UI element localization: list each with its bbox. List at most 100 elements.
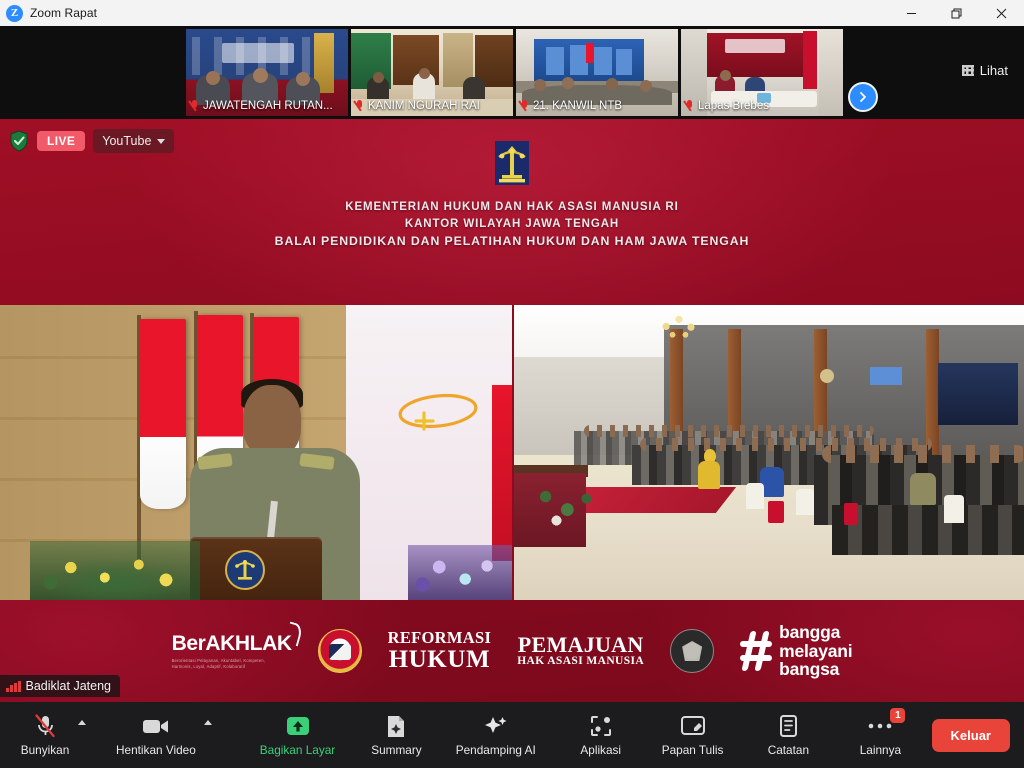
toolbar-whiteboard-label: Papan Tulis bbox=[661, 743, 724, 757]
close-icon bbox=[996, 8, 1007, 18]
participant-thumbnail[interactable]: 21. KANWIL NTB bbox=[516, 29, 678, 116]
zoom-logo-icon: Z bbox=[6, 4, 23, 22]
participant-name: KANIM NGURAH RAI bbox=[368, 100, 480, 112]
signal-bars-icon bbox=[6, 680, 21, 692]
toolbar-audio-options-button[interactable] bbox=[76, 706, 86, 764]
garuda-pancasila-seal bbox=[317, 629, 362, 673]
mic-off-icon bbox=[190, 99, 199, 113]
bangga-line-2: melayani bbox=[779, 640, 853, 661]
kemenkumham-emblem-small bbox=[235, 560, 255, 580]
close-button[interactable] bbox=[979, 0, 1024, 26]
toolbar-ai-companion-label: Pendamping AI bbox=[455, 743, 536, 757]
berakhlak-logo: BerAKHLAK Berorientasi Pelayanan, Akunta… bbox=[171, 621, 304, 669]
next-thumbnails-button[interactable] bbox=[848, 82, 878, 112]
orange-circle-scribble-annotation bbox=[398, 393, 478, 431]
audience-row-front bbox=[832, 505, 1024, 555]
view-layout-button[interactable]: Lihat bbox=[954, 59, 1016, 82]
summary-doc-icon bbox=[385, 713, 407, 739]
slide-title-line-1: KEMENTERIAN HUKUM DAN HAK ASASI MANUSIA … bbox=[345, 201, 679, 213]
indonesian-flag bbox=[140, 319, 186, 509]
audience-bag bbox=[844, 503, 858, 525]
chevron-up-icon bbox=[203, 720, 212, 725]
audience-heads-near bbox=[822, 445, 1024, 463]
reformasi-line-1: REFORMASI bbox=[387, 627, 492, 647]
participant-thumbnail[interactable]: KANIM NGURAH RAI bbox=[351, 29, 513, 116]
chevron-up-icon bbox=[78, 720, 86, 725]
audience-member-highlight bbox=[698, 461, 720, 489]
audience-chair bbox=[796, 489, 814, 515]
participant-name: 21. KANWIL NTB bbox=[533, 100, 623, 112]
reformasi-line-2: HUKUM bbox=[388, 645, 491, 673]
mic-off-icon bbox=[520, 99, 529, 113]
mic-off-icon bbox=[34, 713, 56, 739]
toolbar-whiteboard-button[interactable]: Papan Tulis bbox=[656, 706, 730, 764]
toolbar-more-label: Lainnya bbox=[859, 743, 902, 757]
live-status-badge: LIVE bbox=[37, 131, 86, 151]
live-stream-bar: LIVE YouTube bbox=[8, 129, 175, 153]
toolbar-video-button[interactable]: Hentikan Video bbox=[110, 706, 202, 764]
bangga-line-3: bangsa bbox=[779, 659, 840, 680]
view-button-label: Lihat bbox=[979, 63, 1008, 78]
toolbar-mute-label: Bunyikan bbox=[20, 743, 70, 757]
participant-thumbnail[interactable]: Lapas Brebes bbox=[681, 29, 843, 116]
more-notification-badge: 1 bbox=[890, 708, 906, 723]
minimize-icon bbox=[907, 12, 916, 14]
live-platform-label: YouTube bbox=[102, 134, 152, 148]
bangga-melayani-bangsa-logo: bangga melayani bangsa bbox=[740, 622, 853, 680]
toolbar-ai-companion-button[interactable]: Pendamping AI bbox=[450, 706, 542, 764]
pemajuan-line-1: PEMAJUAN bbox=[517, 631, 644, 657]
chevron-down-icon bbox=[157, 138, 166, 144]
audience-chair bbox=[944, 495, 964, 523]
ai-sparkle-icon bbox=[483, 713, 509, 739]
restore-icon bbox=[951, 8, 962, 18]
toolbar-apps-label: Aplikasi bbox=[580, 743, 622, 757]
zoom-meeting-window: Z Zoom Rapat JAWATENGAH RUTAN... KANIM N… bbox=[0, 0, 1024, 768]
participant-name: Lapas Brebes bbox=[698, 100, 769, 112]
share-screen-icon bbox=[285, 713, 311, 739]
toolbar-mute-button[interactable]: Bunyikan bbox=[14, 706, 76, 764]
mic-off-icon bbox=[355, 99, 364, 113]
thumbnail-name-row: KANIM NGURAH RAI bbox=[351, 96, 513, 116]
institution-seal bbox=[670, 629, 715, 673]
live-platform-dropdown[interactable]: YouTube bbox=[93, 129, 175, 153]
toolbar-summary-button[interactable]: Summary bbox=[365, 706, 427, 764]
kemenkumham-logo bbox=[495, 141, 529, 185]
chevron-right-icon bbox=[860, 92, 866, 102]
podium-red-strip bbox=[492, 385, 512, 561]
hashtag-icon bbox=[740, 631, 773, 671]
maximize-button[interactable] bbox=[934, 0, 979, 26]
toolbar-notes-label: Catatan bbox=[767, 743, 810, 757]
participant-thumbnail[interactable]: JAWATENGAH RUTAN... bbox=[186, 29, 348, 116]
speaker-podium-feed[interactable] bbox=[0, 305, 512, 600]
video-tiles-row bbox=[0, 305, 1024, 600]
flower-arrangement-right bbox=[408, 545, 512, 600]
toolbar-notes-button[interactable]: Catatan bbox=[757, 706, 819, 764]
notes-icon bbox=[777, 713, 799, 739]
slide-title-line-2: KANTOR WILAYAH JAWA TENGAH bbox=[404, 218, 620, 230]
berakhlak-subtitle: Berorientasi Pelayanan, Akuntabel, Kompe… bbox=[171, 658, 266, 669]
leave-meeting-button[interactable]: Keluar bbox=[931, 718, 1010, 752]
participant-filmstrip: JAWATENGAH RUTAN... KANIM NGURAH RAI 21.… bbox=[0, 26, 1024, 119]
bangga-line-1: bangga bbox=[779, 622, 841, 643]
slide-title-line-3: BALAI PENDIDIKAN DAN PELATIHAN HUKUM DAN… bbox=[274, 234, 750, 248]
toolbar-share-screen-button[interactable]: Bagikan Layar bbox=[254, 706, 341, 764]
toolbar-video-options-button[interactable] bbox=[202, 706, 212, 764]
thumbnail-name-row: Lapas Brebes bbox=[681, 96, 843, 116]
toolbar-apps-button[interactable]: Aplikasi bbox=[570, 706, 632, 764]
meeting-toolbar: Bunyikan Hentikan Video Bagikan Layar Su… bbox=[0, 702, 1024, 768]
flower-arrangement-left bbox=[30, 541, 200, 600]
audience-member-highlight bbox=[910, 473, 936, 505]
video-camera-icon bbox=[142, 713, 170, 739]
minimize-button[interactable] bbox=[889, 0, 934, 26]
berakhlak-swoosh-icon bbox=[283, 621, 304, 647]
audience-hall-feed[interactable] bbox=[512, 305, 1024, 600]
audience-chair bbox=[746, 483, 764, 509]
podium-emblem bbox=[225, 550, 265, 590]
toolbar-video-label: Hentikan Video bbox=[116, 743, 196, 757]
active-speaker-name-label: Badiklat Jateng bbox=[0, 675, 120, 697]
shared-screen-stage: LIVE YouTube KEMENTERIAN HUKUM DAN HAK A… bbox=[0, 119, 1024, 702]
toolbar-more-button[interactable]: 1 Lainnya bbox=[849, 706, 911, 764]
audience-bag bbox=[768, 501, 784, 523]
grid-icon bbox=[961, 65, 974, 76]
pemajuan-ham-logo: PEMAJUAN HAK ASASI MANUSIA bbox=[517, 631, 644, 668]
